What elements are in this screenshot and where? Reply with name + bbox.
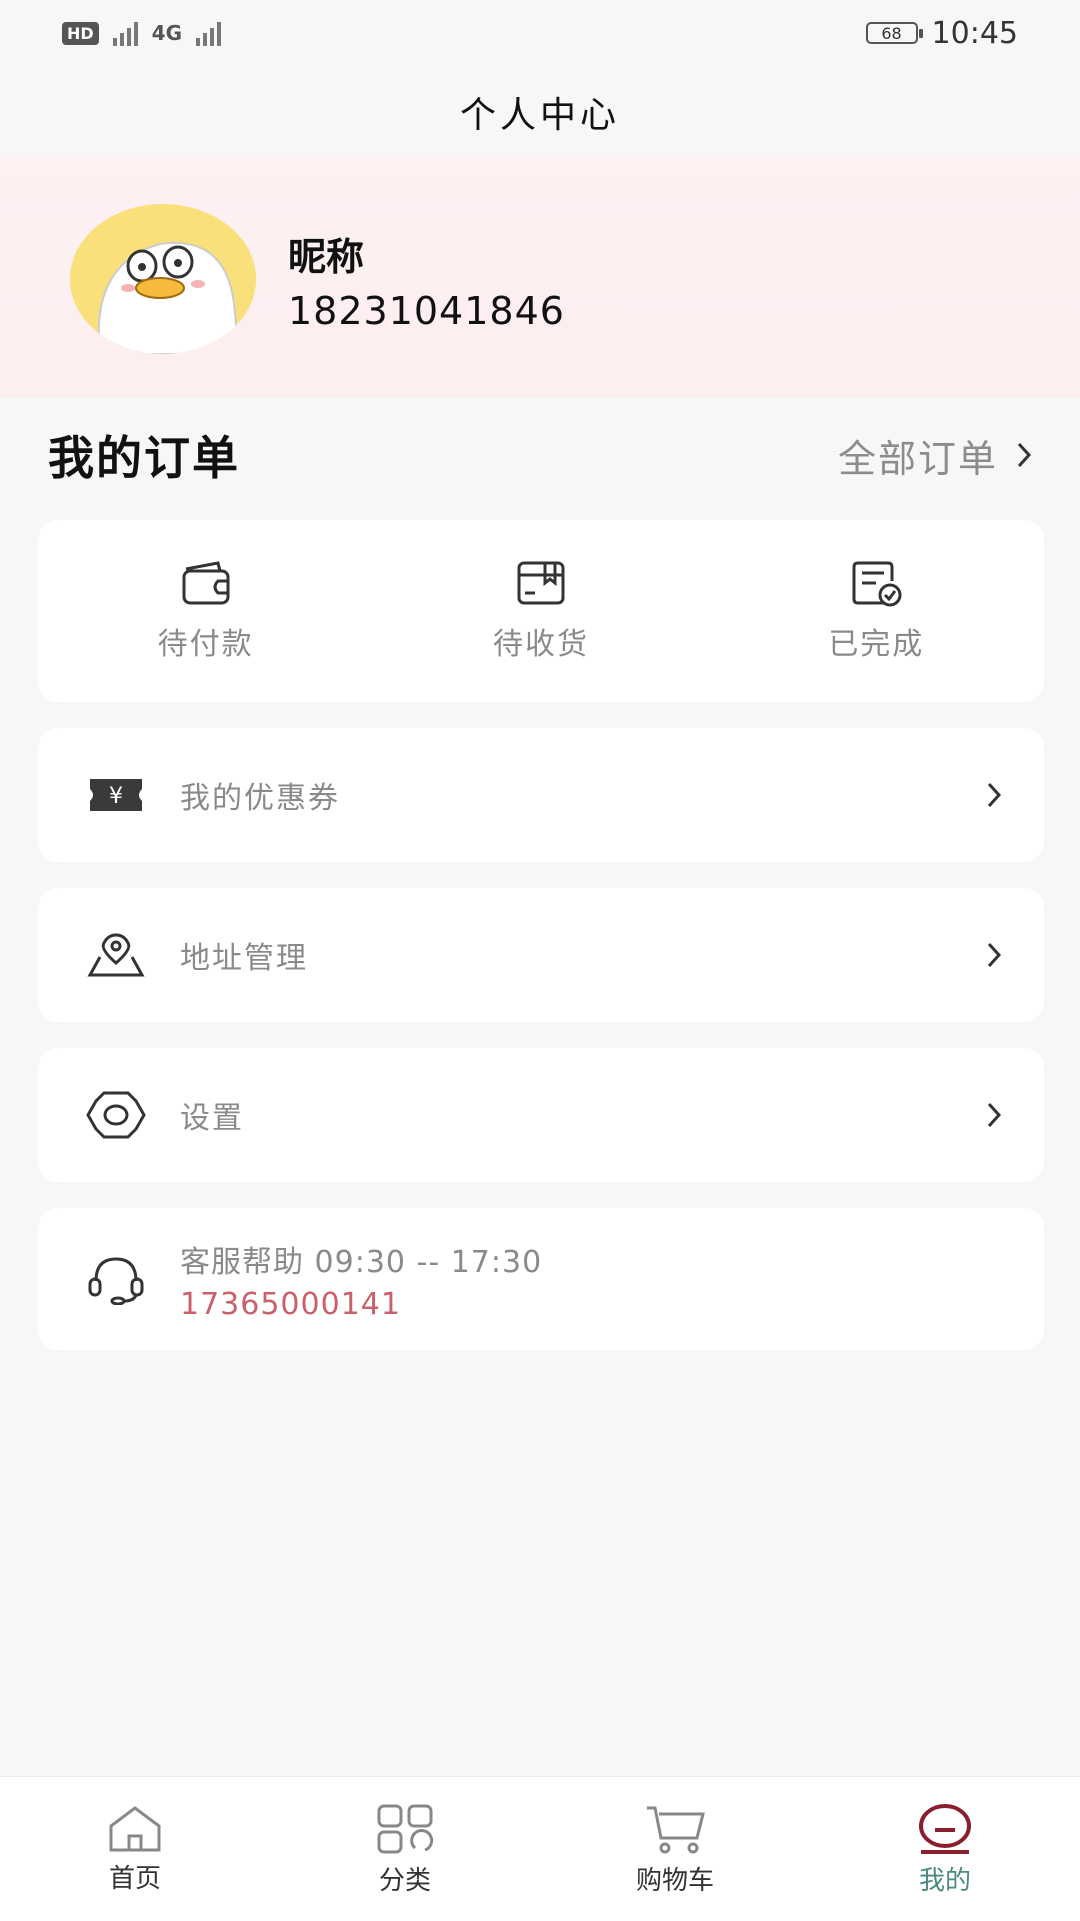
address-label: 地址管理 — [180, 941, 308, 976]
tab-label: 分类 — [378, 1865, 431, 1896]
tab-label: 首页 — [108, 1863, 161, 1894]
page-title: 个人中心 — [459, 95, 620, 136]
settings-row[interactable]: 设置 — [38, 1048, 1044, 1182]
tab-label: 购物车 — [635, 1865, 714, 1896]
tab-profile[interactable]: 我的 — [810, 1777, 1080, 1921]
chevron-right-icon — [987, 942, 1002, 968]
home-icon — [109, 1805, 161, 1851]
tab-cart[interactable]: 购物车 — [540, 1777, 810, 1921]
gear-icon — [80, 1085, 152, 1145]
help-title: 客服帮助 09:30 -- 17:30 — [180, 1244, 543, 1280]
user-phone: 18231041846 — [288, 289, 565, 333]
order-pending-payment[interactable]: 待付款 — [38, 520, 373, 702]
customer-service-card[interactable]: 客服帮助 09:30 -- 17:30 17365000141 — [38, 1208, 1044, 1350]
svg-text:¥: ¥ — [109, 784, 123, 809]
order-label: 已完成 — [828, 627, 925, 662]
chevron-right-icon — [1017, 442, 1032, 468]
all-orders-link[interactable]: 全部订单 — [838, 428, 1032, 483]
address-row[interactable]: 地址管理 — [38, 888, 1044, 1022]
profile-icon — [919, 1803, 971, 1854]
settings-label: 设置 — [180, 1101, 244, 1136]
coupon-icon: ¥ — [80, 765, 152, 825]
page-header: 个人中心 — [0, 66, 1080, 158]
all-orders-label: 全部订单 — [837, 436, 998, 481]
orders-card: 待付款 待收货 已完成 — [38, 520, 1044, 702]
chevron-right-icon — [987, 782, 1002, 808]
network-type: 4G — [151, 21, 183, 45]
status-time: 10:45 — [931, 15, 1018, 51]
tab-home[interactable]: 首页 — [0, 1777, 270, 1921]
orders-header: 我的订单 全部订单 — [48, 420, 1032, 490]
hd-badge: HD — [62, 21, 99, 45]
tab-label: 我的 — [918, 1865, 971, 1896]
orders-title: 我的订单 — [48, 431, 240, 485]
battery-level: 68 — [881, 23, 902, 43]
category-icon — [377, 1804, 434, 1853]
help-phone[interactable]: 17365000141 — [180, 1287, 542, 1322]
status-right: 68 10:45 — [865, 15, 1018, 51]
signal-icon-2 — [196, 20, 222, 46]
signal-icon — [112, 20, 138, 46]
coupon-label: 我的优惠券 — [180, 781, 340, 816]
order-label: 待付款 — [157, 627, 254, 662]
nickname: 昵称 — [288, 235, 365, 279]
wallet-icon — [182, 561, 230, 605]
headset-icon — [80, 1249, 152, 1309]
completed-doc-icon — [852, 561, 902, 607]
location-icon — [80, 925, 152, 985]
battery-icon: 68 — [865, 22, 923, 44]
status-left: HD 4G — [62, 20, 222, 46]
order-label: 待收货 — [492, 627, 589, 662]
order-pending-receipt[interactable]: 待收货 — [373, 520, 708, 702]
cart-icon — [647, 1806, 705, 1853]
order-completed[interactable]: 已完成 — [709, 520, 1044, 702]
profile-section[interactable]: 昵称 18231041846 — [0, 158, 1080, 398]
user-info: 昵称 18231041846 — [288, 226, 565, 333]
help-text: 客服帮助 09:30 -- 17:30 17365000141 — [180, 1237, 542, 1322]
package-icon — [517, 561, 565, 605]
status-bar: HD 4G 68 10:45 — [0, 0, 1080, 66]
coupon-row[interactable]: ¥ 我的优惠券 — [38, 728, 1044, 862]
chevron-right-icon — [987, 1102, 1002, 1128]
tab-category[interactable]: 分类 — [270, 1777, 540, 1921]
bottom-tab-bar: 首页 分类 购物车 我的 — [0, 1776, 1080, 1921]
avatar[interactable] — [70, 204, 256, 354]
